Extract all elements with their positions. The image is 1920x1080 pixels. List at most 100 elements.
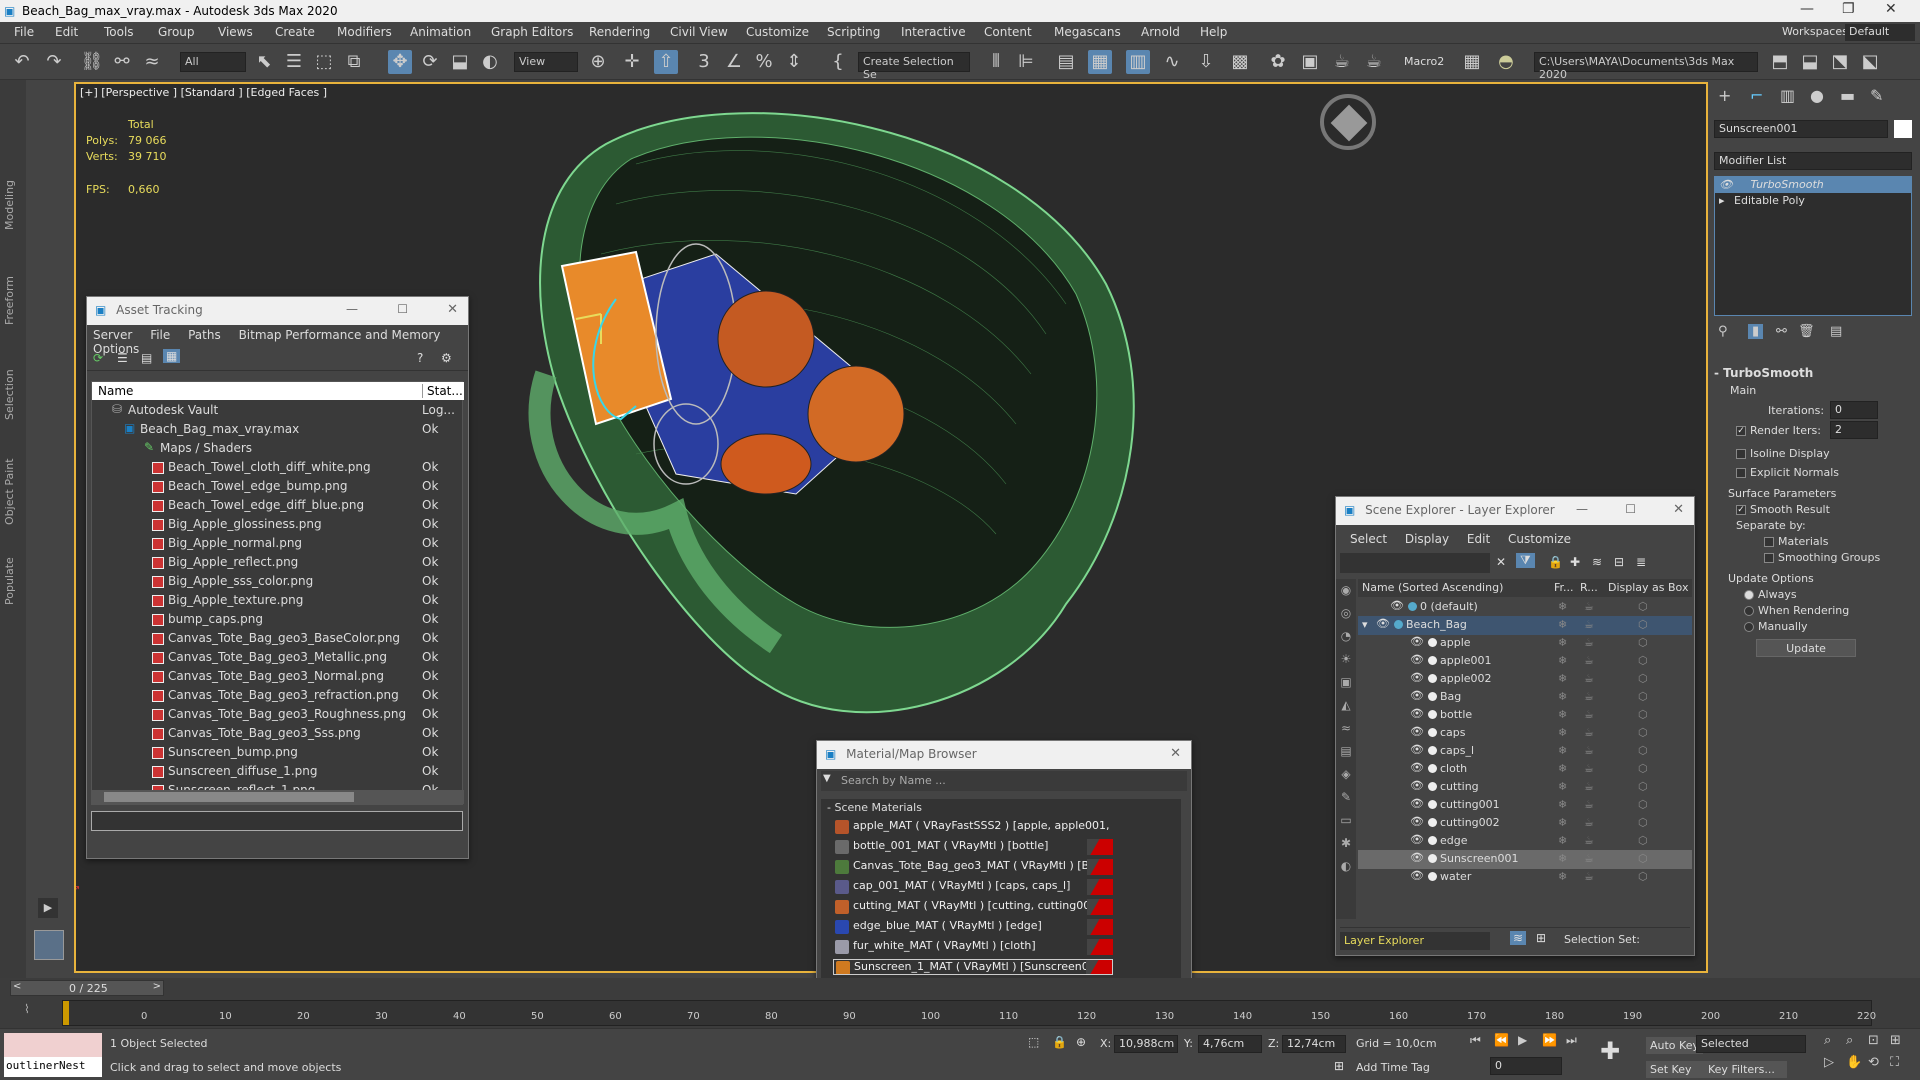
- freeze-icon[interactable]: ❄: [1558, 834, 1567, 847]
- dome-icon[interactable]: ◓: [1494, 50, 1518, 74]
- asset-row[interactable]: Sunscreen_bump.png Ok: [92, 744, 464, 763]
- always-radio[interactable]: [1744, 590, 1754, 600]
- asset-row[interactable]: Big_Apple_texture.png Ok: [92, 592, 464, 611]
- expand-arrow-icon[interactable]: ▶: [38, 898, 58, 918]
- restore-icon[interactable]: ❐: [1842, 1, 1855, 17]
- render-iters-checkbox[interactable]: ✓: [1736, 426, 1746, 436]
- fov-icon[interactable]: ▷: [1824, 1055, 1834, 1070]
- display-as-box-icon[interactable]: ⬡: [1638, 870, 1648, 883]
- maximize-viewport-icon[interactable]: ⛶: [1890, 1055, 1899, 1070]
- layer-toggle-icon[interactable]: ≋: [1510, 931, 1527, 945]
- list-view-icon[interactable]: ☰: [117, 351, 128, 365]
- display-as-box-icon[interactable]: ⬡: [1638, 744, 1648, 757]
- refresh-icon[interactable]: ⟳: [93, 351, 103, 365]
- menu-civil-view[interactable]: Civil View: [670, 25, 728, 39]
- col-name[interactable]: Name: [98, 384, 133, 398]
- zoom-icon[interactable]: ⌕: [1824, 1033, 1831, 1048]
- manually-radio[interactable]: [1744, 622, 1754, 632]
- visibility-eye-icon[interactable]: 👁: [1410, 653, 1424, 666]
- asset-tracking-titlebar[interactable]: ▣ Asset Tracking — ☐ ✕: [87, 297, 468, 325]
- menu-scripting[interactable]: Scripting: [827, 25, 880, 39]
- explorer-row[interactable]: 👁 cloth ❄ ☕ ⬡: [1358, 760, 1692, 779]
- render-icon[interactable]: ☕: [1584, 852, 1594, 865]
- visibility-eye-icon[interactable]: 👁: [1410, 635, 1424, 648]
- asset-row[interactable]: ▣ Beach_Bag_max_vray.max Ok: [92, 421, 464, 440]
- grid-macro-icon[interactable]: ▦: [1460, 50, 1484, 74]
- maximize-icon[interactable]: ☐: [1625, 502, 1636, 516]
- viewport-layout-icon[interactable]: [34, 930, 64, 960]
- visibility-eye-icon[interactable]: 👁: [1410, 725, 1424, 738]
- transform-gizmo-icon[interactable]: ✛: [620, 50, 644, 74]
- edit-named-selection-icon[interactable]: {: [826, 50, 850, 74]
- angle-snap-icon[interactable]: ∠: [722, 50, 746, 74]
- asset-row[interactable]: Beach_Towel_edge_bump.png Ok: [92, 478, 464, 497]
- freeze-icon[interactable]: ❄: [1558, 852, 1567, 865]
- explorer-row[interactable]: 👁 Bag ❄ ☕ ⬡: [1358, 688, 1692, 707]
- close-icon[interactable]: ✕: [447, 302, 458, 317]
- selection-filter-dropdown[interactable]: All: [180, 52, 246, 72]
- project-folder-icon[interactable]: ⬒: [1768, 50, 1792, 74]
- explorer-row[interactable]: 👁 caps ❄ ☕ ⬡: [1358, 724, 1692, 743]
- explorer-row[interactable]: 👁 edge ❄ ☕ ⬡: [1358, 832, 1692, 851]
- bones-icon[interactable]: ✎: [1336, 786, 1356, 809]
- selection-lock-icon[interactable]: 🔒: [1052, 1035, 1067, 1049]
- track-bar[interactable]: 0 10 20 30 40 50 60 70 80 90 100 110 120 130 140 150 160…: [62, 1000, 1876, 1026]
- minimize-icon[interactable]: —: [1800, 1, 1814, 17]
- expand-icon[interactable]: ▸: [1719, 194, 1725, 207]
- y-coordinate-field[interactable]: 4,76cm: [1198, 1035, 1262, 1053]
- reference-coordinate-dropdown[interactable]: View: [514, 52, 578, 72]
- menu-display[interactable]: Display: [1405, 532, 1449, 546]
- hierarchy-tab-icon[interactable]: ▥: [1780, 86, 1795, 105]
- explorer-row[interactable]: 👁 cutting001 ❄ ☕ ⬡: [1358, 796, 1692, 815]
- visibility-eye-icon[interactable]: 👁: [1410, 869, 1424, 882]
- z-coordinate-field[interactable]: 12,74cm: [1282, 1035, 1346, 1053]
- menu-arnold[interactable]: Arnold: [1141, 25, 1180, 39]
- search-arrow-icon[interactable]: ▼: [823, 773, 831, 784]
- when-rendering-radio[interactable]: [1744, 606, 1754, 616]
- freeze-icon[interactable]: ❄: [1558, 744, 1567, 757]
- modify-tab-icon[interactable]: ⌐: [1750, 86, 1763, 105]
- visibility-eye-icon[interactable]: 👁: [1410, 743, 1424, 756]
- freeze-icon[interactable]: ❄: [1558, 708, 1567, 721]
- show-end-result-icon[interactable]: ▮: [1748, 324, 1764, 339]
- mirror-icon[interactable]: ⫴: [984, 50, 1008, 74]
- add-layer-icon[interactable]: ✚: [1570, 555, 1580, 569]
- maximize-icon[interactable]: ☐: [397, 302, 408, 316]
- display-as-box-icon[interactable]: ⬡: [1638, 672, 1648, 685]
- material-search-input[interactable]: Search by Name ...: [841, 774, 946, 787]
- smooth-result-checkbox[interactable]: ✓: [1736, 505, 1746, 515]
- asset-row[interactable]: Canvas_Tote_Bag_geo3_Sss.png Ok: [92, 725, 464, 744]
- select-and-scale-icon[interactable]: ⬓: [448, 50, 472, 74]
- shapes-icon[interactable]: ◔: [1336, 625, 1356, 648]
- current-frame-marker[interactable]: [63, 1001, 69, 1025]
- make-unique-icon[interactable]: ⚯: [1776, 324, 1787, 339]
- render-icon[interactable]: ☕: [1584, 744, 1594, 757]
- display-as-box-icon[interactable]: ⬡: [1638, 690, 1648, 703]
- menu-edit[interactable]: Edit: [1467, 532, 1490, 546]
- set-key-button[interactable]: Set Key: [1646, 1061, 1696, 1078]
- filter-icon[interactable]: ⧩: [1516, 553, 1535, 568]
- visibility-eye-icon[interactable]: 👁: [1410, 779, 1424, 792]
- visibility-eye-icon[interactable]: 👁: [1390, 599, 1404, 612]
- rollout-title[interactable]: - TurboSmooth: [1714, 366, 1912, 380]
- remove-modifier-icon[interactable]: 🗑: [1798, 324, 1815, 339]
- asset-row[interactable]: bump_caps.png Ok: [92, 611, 464, 630]
- named-selection-dropdown[interactable]: Create Selection Se: [858, 52, 970, 81]
- menu-megascans[interactable]: Megascans: [1054, 25, 1121, 39]
- asset-row[interactable]: Beach_Towel_edge_diff_blue.png Ok: [92, 497, 464, 516]
- workspaces-dropdown[interactable]: Default: [1845, 24, 1915, 41]
- visibility-eye-icon[interactable]: 👁: [1410, 833, 1424, 846]
- render-icon[interactable]: ☕: [1584, 708, 1594, 721]
- iterations-spinner[interactable]: 0: [1830, 401, 1878, 419]
- asset-path-field[interactable]: [91, 811, 463, 831]
- rendered-frame-icon[interactable]: ▣: [1298, 50, 1322, 74]
- close-icon[interactable]: ✕: [1170, 746, 1181, 761]
- frozen-icon[interactable]: ✱: [1336, 832, 1356, 855]
- space-warps-icon[interactable]: ≈: [1336, 717, 1356, 740]
- unlink-icon[interactable]: ⚯: [110, 50, 134, 74]
- select-and-place-icon[interactable]: ◐: [478, 50, 502, 74]
- select-and-rotate-icon[interactable]: ⟳: [418, 50, 442, 74]
- menu-bitmap-performance[interactable]: Bitmap Performance and Memory: [239, 328, 441, 342]
- set-key-big-icon[interactable]: ✚: [1600, 1037, 1620, 1065]
- align-icon[interactable]: ⊫: [1014, 50, 1038, 74]
